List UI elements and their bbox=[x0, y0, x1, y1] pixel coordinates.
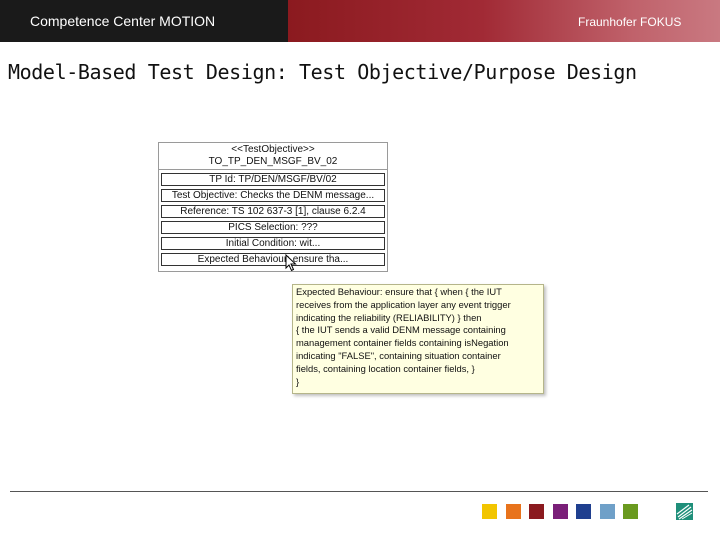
field-reference[interactable]: Reference: TS 102 637-3 [1], clause 6.2.… bbox=[161, 205, 385, 218]
color-swatch-purple bbox=[552, 504, 568, 519]
field-pics-selection[interactable]: PICS Selection: ??? bbox=[161, 221, 385, 234]
test-objective-element[interactable]: <<TestObjective>> TO_TP_DEN_MSGF_BV_02 T… bbox=[158, 142, 388, 272]
field-tp-id[interactable]: TP Id: TP/DEN/MSGF/BV/02 bbox=[161, 173, 385, 186]
tooltip-line: { the IUT sends a valid DENM message con… bbox=[296, 324, 506, 336]
tooltip-line: management container fields containing i… bbox=[296, 337, 509, 349]
slide-header: Competence Center MOTION Fraunhofer FOKU… bbox=[0, 0, 720, 42]
test-objective-stereotype: <<TestObjective>> bbox=[231, 144, 315, 155]
field-initial-condition[interactable]: Initial Condition: wit... bbox=[161, 237, 385, 250]
color-swatch-yellow bbox=[482, 504, 497, 519]
fraunhofer-logo-icon bbox=[676, 503, 693, 520]
page-title: Model-Based Test Design: Test Objective/… bbox=[8, 60, 637, 84]
header-right-panel: Fraunhofer FOKUS bbox=[288, 0, 720, 42]
field-test-objective[interactable]: Test Objective: Checks the DENM message.… bbox=[161, 189, 385, 202]
color-swatch-orange bbox=[505, 504, 521, 519]
color-swatch-blue bbox=[576, 504, 591, 519]
tooltip-line: fields, containing location container fi… bbox=[296, 362, 475, 374]
test-objective-name: TO_TP_DEN_MSGF_BV_02 bbox=[159, 156, 387, 170]
footer-color-swatches bbox=[482, 504, 647, 519]
expected-behaviour-tooltip: Expected Behaviour: ensure that { when {… bbox=[292, 284, 544, 394]
tooltip-line: receives from the application layer any … bbox=[296, 298, 511, 310]
tooltip-line: Expected Behaviour: ensure that { when {… bbox=[296, 286, 502, 297]
mouse-pointer-icon bbox=[285, 254, 297, 272]
header-right-title: Fraunhofer FOKUS bbox=[578, 15, 682, 29]
color-swatch-green bbox=[623, 504, 638, 519]
tooltip-line: indicating the reliability (RELIABILITY)… bbox=[296, 311, 482, 323]
color-swatch-light-blue bbox=[599, 504, 615, 519]
tooltip-line: indicating "FALSE", containing situation… bbox=[296, 349, 501, 361]
footer-divider bbox=[10, 491, 708, 492]
color-swatch-red bbox=[529, 504, 544, 519]
header-left-title: Competence Center MOTION bbox=[0, 0, 288, 42]
tooltip-line: } bbox=[296, 375, 300, 387]
field-expected-behaviour[interactable]: Expected Behaviour: ensure tha... bbox=[161, 253, 385, 266]
